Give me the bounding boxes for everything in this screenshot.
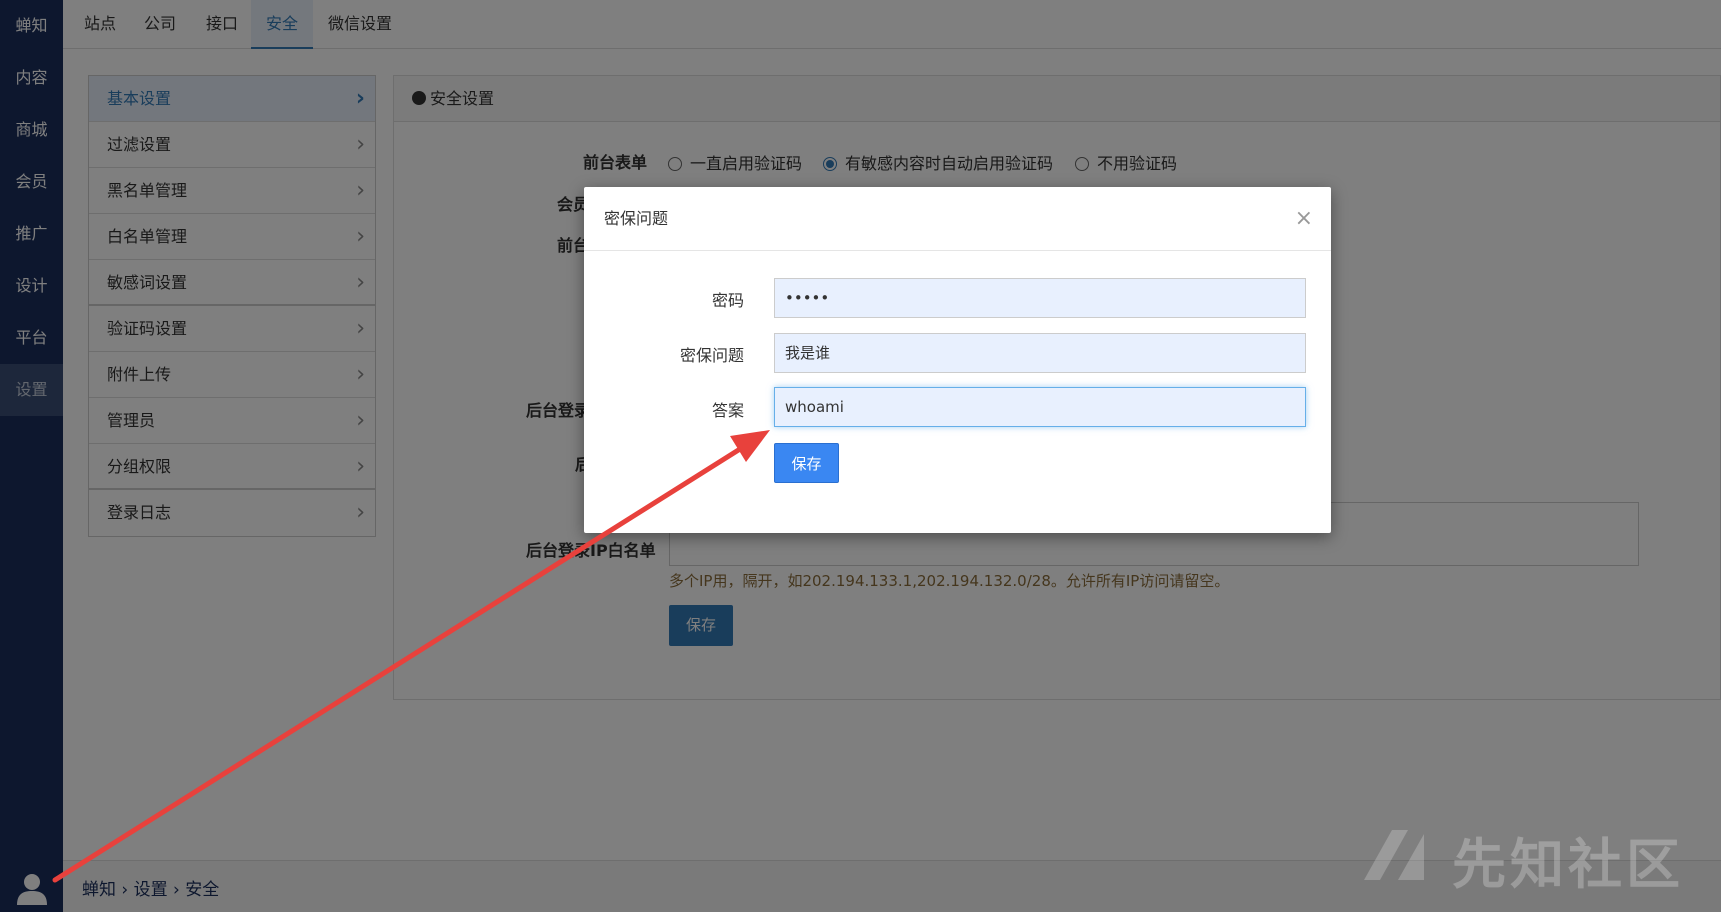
watermark-logo-icon	[1364, 830, 1424, 880]
dialog-save-button[interactable]: 保存	[774, 443, 839, 483]
dialog-title: 密保问题	[604, 209, 669, 228]
close-icon[interactable]: ×	[1295, 187, 1313, 251]
answer-field[interactable]: whoami	[774, 387, 1306, 427]
password-field[interactable]: •••••	[774, 278, 1306, 318]
watermark-text: 先知社区	[1452, 833, 1684, 896]
question-field[interactable]: 我是谁	[774, 333, 1306, 373]
password-label: 密码	[711, 291, 744, 310]
answer-label: 答案	[711, 401, 744, 420]
question-label: 密保问题	[679, 346, 744, 365]
dialog-header: 密保问题 ×	[584, 187, 1331, 251]
security-question-dialog: 密保问题 × 密码 ••••• 密保问题 我是谁 答案 whoami 保存	[584, 187, 1331, 533]
